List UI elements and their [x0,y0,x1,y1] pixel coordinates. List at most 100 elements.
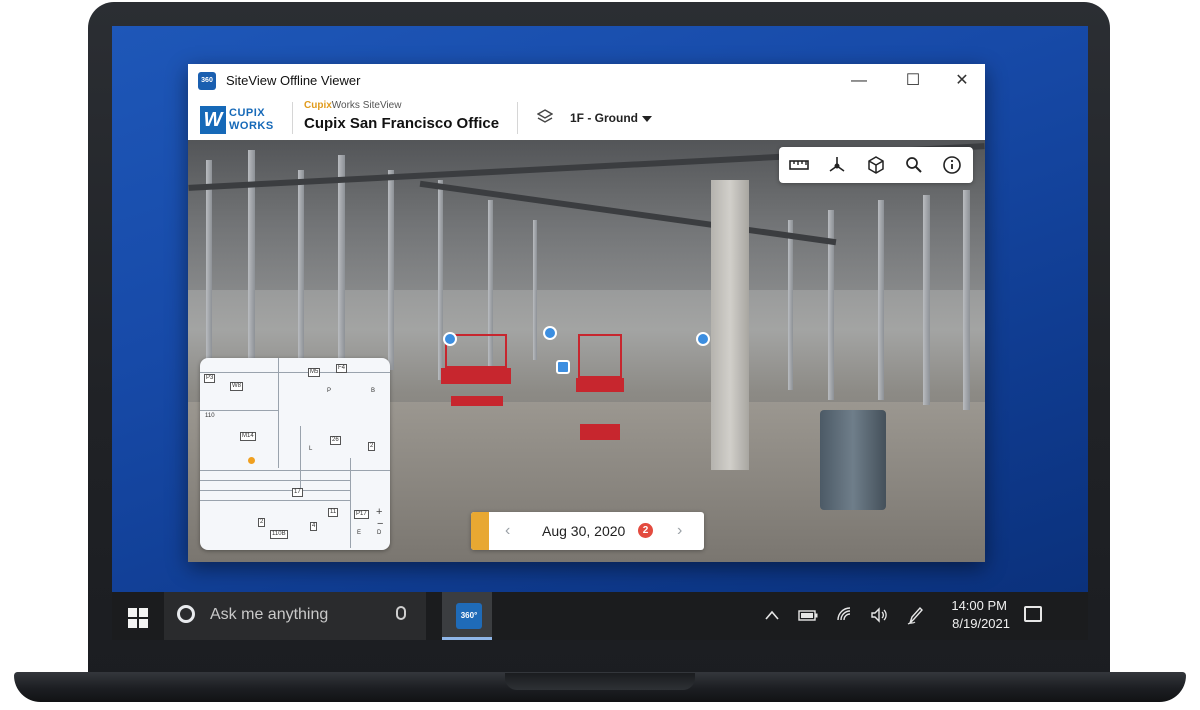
chevron-up-icon[interactable] [765,610,779,620]
plan-wall [200,490,350,491]
capture-date-navigator: ‹ Aug 30, 2020 2 › [471,512,704,550]
zoom-search-icon[interactable] [904,155,924,175]
lift-deck [576,378,624,392]
zoom-out-button[interactable]: − [377,518,383,530]
metal-stud [338,155,345,385]
maximize-button[interactable]: ☐ [890,68,936,94]
app-360-icon[interactable]: 360° [456,603,482,629]
clock-time[interactable]: 14:00 PM [947,598,1007,613]
logo-wordmark: CUPIX WORKS [229,107,274,133]
plan-wall [350,458,351,548]
info-icon[interactable] [942,155,962,175]
brand-suffix: Works SiteView [331,100,402,111]
chevron-down-icon[interactable] [642,116,652,122]
floor-selector[interactable]: 1F - Ground [570,111,638,125]
room-label: 2 [258,518,266,527]
room-label: M5 [308,368,321,377]
lift-base [580,424,620,440]
metal-stud [298,170,304,380]
volume-icon[interactable] [870,606,888,624]
room-label: P17 [354,510,369,519]
plan-wall [200,410,278,411]
logo-line1: CUPIX [229,107,266,119]
metal-stud [878,200,884,400]
capture-date[interactable]: Aug 30, 2020 [542,523,625,539]
brand-prefix: Cupix [304,100,332,111]
app-header: W CUPIX WORKS CupixWorks SiteView Cupix … [188,98,985,140]
plan-wall [278,358,279,468]
annotation-pin[interactable] [696,332,710,346]
project-title: Cupix San Francisco Office [304,115,500,132]
cortana-icon[interactable] [177,605,195,623]
title-bar: 360 SiteView Offline Viewer — ☐ ✕ [188,64,985,98]
annotation-pin[interactable] [543,326,557,340]
room-label: 4 [310,522,318,531]
plan-wall [300,426,301,496]
microphone-icon[interactable] [396,606,406,620]
logo-line2: WORKS [229,120,274,132]
room-label: P3 [204,374,216,383]
room-label: F4 [336,364,348,373]
cupix-works-logo: W CUPIX WORKS [200,106,280,134]
room-label: D [377,530,382,536]
divider [292,102,293,134]
metal-stud [963,190,970,410]
notification-icon[interactable] [1024,606,1042,622]
floor-plan-minimap[interactable]: P3 W8 110 M14 M5 F4 B P 26 2 L 17 11 4 P… [200,358,390,550]
lift-base [451,396,503,406]
annotation-pin[interactable] [556,360,570,374]
plan-wall [200,500,350,501]
taskbar-app-siteview[interactable]: 360° [442,592,492,640]
metal-stud [388,170,394,370]
laptop-notch [505,673,695,690]
next-date-button[interactable]: › [677,522,682,540]
windows-start-icon[interactable] [128,608,148,628]
metal-stud [923,195,930,405]
room-label: M14 [240,432,256,441]
minimize-button[interactable]: — [836,68,882,94]
3d-axis-icon[interactable] [827,155,847,175]
panorama-viewer[interactable]: P3 W8 110 M14 M5 F4 B P 26 2 L 17 11 4 P… [188,140,985,562]
window-title: SiteView Offline Viewer [226,73,361,88]
layers-icon[interactable] [537,109,553,125]
lift-rail [578,334,622,378]
metal-stud [788,220,793,390]
plan-wall [200,470,390,471]
trash-barrel [820,410,886,510]
previous-date-button[interactable]: ‹ [505,522,510,540]
capture-count-badge: 2 [638,523,653,538]
metal-stud [206,160,212,390]
viewer-toolbar [779,147,973,183]
desktop-screen: 360 SiteView Offline Viewer — ☐ ✕ W CUPI… [112,26,1088,640]
room-label: 2 [368,442,376,451]
room-label: L [309,446,313,452]
divider [517,102,518,134]
room-label: 26 [330,436,341,445]
taskbar-search[interactable]: Ask me anything [164,592,426,640]
logo-mark: W [200,106,226,134]
zoom-in-button[interactable]: + [376,506,382,518]
close-button[interactable]: ✕ [939,68,985,94]
pen-icon[interactable] [906,605,924,625]
ruler-icon[interactable] [789,155,809,175]
scissor-lift [576,334,626,454]
search-placeholder[interactable]: Ask me anything [210,606,328,624]
room-label: 11 [328,508,339,517]
room-label: 110B [270,530,288,539]
battery-icon[interactable] [798,610,818,621]
room-label: 110 [205,413,215,419]
clock-date[interactable]: 8/19/2021 [937,616,1010,631]
annotation-pin[interactable] [443,332,457,346]
scissor-lift [441,334,513,434]
date-accent [471,512,489,550]
taskbar: Ask me anything 360° 14:00 PM 8/19/2021 [112,592,1088,640]
box-icon[interactable] [866,155,886,175]
plan-wall [200,480,350,481]
room-label: 17 [292,488,303,497]
app-360-icon: 360 [198,72,216,90]
current-location-marker [248,457,255,464]
wifi-icon[interactable] [836,606,852,622]
room-label: W8 [230,382,243,391]
app-window: 360 SiteView Offline Viewer — ☐ ✕ W CUPI… [188,64,985,562]
room-label: E [357,530,362,536]
